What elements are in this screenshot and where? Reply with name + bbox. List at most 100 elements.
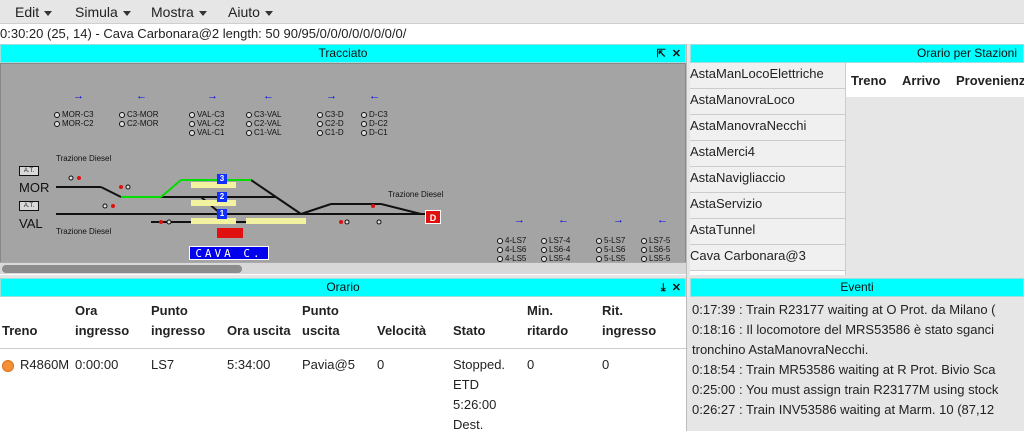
- trazione-label: Trazione Diesel: [388, 190, 444, 199]
- cell-min-ritardo: 0: [527, 357, 535, 372]
- menu-aiuto-label: Aiuto: [228, 4, 260, 20]
- download-icon[interactable]: ⤓: [661, 282, 666, 294]
- column-velocita[interactable]: Velocità: [377, 321, 426, 341]
- cell-rit-ingresso: 0: [602, 357, 610, 372]
- event-line: tronchino AstaManovraNecchi.: [692, 342, 869, 357]
- event-line: 0:17:39 : Train R23177 waiting at O Prot…: [692, 302, 996, 317]
- signal-label: D-C2: [369, 119, 388, 128]
- orario-header-icons: ⤓ ✕: [655, 280, 681, 297]
- signal-label: LS6-4: [549, 245, 571, 254]
- undock-icon[interactable]: ⇱: [657, 48, 666, 60]
- event-line: 0:18:54 : Train MR53586 waiting at R Pro…: [692, 362, 996, 377]
- signal-group-5-ls[interactable]: 5-LS7 5-LS6 5-LS5: [596, 236, 625, 263]
- arrow-left-icon: ←: [263, 90, 274, 102]
- signal-group-ls-4[interactable]: LS7-4 LS6-4 LS5-4: [541, 236, 570, 263]
- column-label: ingresso: [151, 323, 206, 338]
- signal-label: D-C3: [369, 110, 388, 119]
- column-label: Rit.: [602, 303, 623, 318]
- cell-ora-ingresso: 0:00:00: [75, 357, 119, 372]
- signal-label: LS7-4: [549, 236, 571, 245]
- signal-label: VAL-C3: [197, 110, 225, 119]
- scrollbar-thumb[interactable]: [2, 265, 242, 273]
- column-provenienza[interactable]: Provenienza: [956, 73, 1024, 88]
- column-treno[interactable]: Treno: [851, 73, 886, 88]
- signal-group-mor-c[interactable]: MOR-C3 MOR-C2: [54, 110, 94, 128]
- signal-label: MOR-C3: [62, 110, 94, 119]
- station-sign: CAVA C.: [189, 246, 269, 260]
- column-ora-uscita[interactable]: Ora uscita: [227, 321, 291, 341]
- menu-simula[interactable]: Simula: [75, 4, 131, 20]
- column-label: ingresso: [75, 323, 130, 338]
- signal-label: C2-D: [325, 119, 344, 128]
- menu-aiuto[interactable]: Aiuto: [228, 4, 273, 20]
- station-item[interactable]: AstaMerci4: [688, 141, 845, 167]
- cell-velocita: 0: [377, 357, 385, 372]
- events-log: 0:17:39 : Train R23177 waiting at O Prot…: [690, 297, 1024, 431]
- arrow-left-icon: ←: [558, 214, 569, 226]
- cell-ora-uscita: 5:34:00: [227, 357, 271, 372]
- menu-edit[interactable]: Edit: [15, 4, 53, 20]
- close-icon[interactable]: ✕: [672, 48, 681, 60]
- d-sign: D: [425, 210, 441, 224]
- station-item[interactable]: AstaManLocoElettriche: [688, 63, 845, 89]
- train-status-dot: [2, 360, 14, 372]
- chevron-down-icon: [198, 10, 207, 16]
- column-punto-uscita[interactable]: Punto uscita: [302, 301, 340, 341]
- station-item[interactable]: Cava Carbonara@3: [688, 245, 845, 271]
- column-treno[interactable]: Treno: [2, 321, 37, 341]
- signal-group-4-ls[interactable]: 4-LS7 4-LS6 4-LS5: [497, 236, 526, 263]
- station-schedule-header: Treno Arrivo Provenienza: [846, 63, 1024, 97]
- cell-treno: R4860M: [20, 357, 70, 372]
- occupied-block: [217, 228, 243, 238]
- close-icon[interactable]: ✕: [672, 282, 681, 294]
- track-number: 3: [217, 174, 227, 184]
- track-horizontal-scrollbar[interactable]: [0, 262, 686, 274]
- arrow-left-icon: ←: [657, 214, 668, 226]
- event-line: 0:18:16 : Il locomotore del MRS53586 è s…: [692, 322, 995, 337]
- column-label: Punto: [302, 303, 339, 318]
- signal-label: LS6-5: [649, 245, 671, 254]
- column-arrivo[interactable]: Arrivo: [902, 73, 940, 88]
- signal-label: LS7-5: [649, 236, 671, 245]
- column-punto-ingresso[interactable]: Punto ingresso: [151, 301, 205, 341]
- signal-group-c-d[interactable]: C3-D C2-D C1-D: [317, 110, 344, 137]
- cell-punto-uscita: Pavia@5: [302, 357, 355, 372]
- orario-header: Orario ⤓ ✕: [0, 278, 686, 297]
- signal-label: C1-VAL: [254, 128, 282, 137]
- station-item[interactable]: AstaNavigliaccio: [688, 167, 845, 193]
- station-val: VAL: [19, 216, 43, 231]
- arrow-right-icon: →: [326, 90, 337, 102]
- event-line: 0:26:27 : Train INV53586 waiting at Marm…: [692, 402, 995, 417]
- track-diagram[interactable]: → ← → ← → ← → ← → ← MOR-C3 MOR-C2 C3-MOR…: [0, 63, 686, 274]
- signal-group-c-mor[interactable]: C3-MOR C2-MOR: [119, 110, 159, 128]
- column-stato[interactable]: Stato: [453, 321, 486, 341]
- at-sign: A.T.: [19, 201, 39, 211]
- signal-label: C3-MOR: [127, 110, 159, 119]
- menu-mostra-label: Mostra: [151, 4, 194, 20]
- station-item[interactable]: AstaManovraNecchi: [688, 115, 845, 141]
- stato-line: 5:26:00: [453, 397, 497, 412]
- station-item[interactable]: AstaServizio: [688, 193, 845, 219]
- chevron-down-icon: [122, 10, 131, 16]
- status-line: 0:30:20 (25, 14) - Cava Carbonara@2 leng…: [0, 26, 407, 41]
- column-ora-ingresso[interactable]: Ora ingresso: [75, 301, 129, 341]
- signal-group-d-c[interactable]: D-C3 D-C2 D-C1: [361, 110, 388, 137]
- station-mor: MOR: [19, 180, 50, 195]
- menu-edit-label: Edit: [15, 4, 40, 20]
- menu-mostra[interactable]: Mostra: [151, 4, 207, 20]
- station-item[interactable]: AstaManovraLoco: [688, 89, 845, 115]
- column-min-ritardo[interactable]: Min. ritardo: [527, 301, 568, 341]
- tracciato-title: Tracciato: [318, 46, 368, 60]
- station-item[interactable]: AstaTunnel: [688, 219, 845, 245]
- orario-table-header: Treno Ora ingresso Punto ingresso Ora usci…: [0, 297, 688, 349]
- signal-label: C1-D: [325, 128, 344, 137]
- signal-group-c-val[interactable]: C3-VAL C2-VAL C1-VAL: [246, 110, 281, 137]
- track-number: 2: [217, 192, 227, 202]
- cell-stato: Stopped. ETD 5:26:00 Dest.: [453, 355, 505, 435]
- signal-group-val-c[interactable]: VAL-C3 VAL-C2 VAL-C1: [189, 110, 224, 137]
- tracciato-header-icons: ⇱ ✕: [651, 46, 681, 63]
- station-schedule-body: [846, 97, 1024, 275]
- signal-group-ls-5[interactable]: LS7-5 LS6-5 LS5-5: [641, 236, 670, 263]
- column-rit-ingresso[interactable]: Rit. ingresso: [602, 301, 656, 341]
- arrow-right-icon: →: [514, 214, 525, 226]
